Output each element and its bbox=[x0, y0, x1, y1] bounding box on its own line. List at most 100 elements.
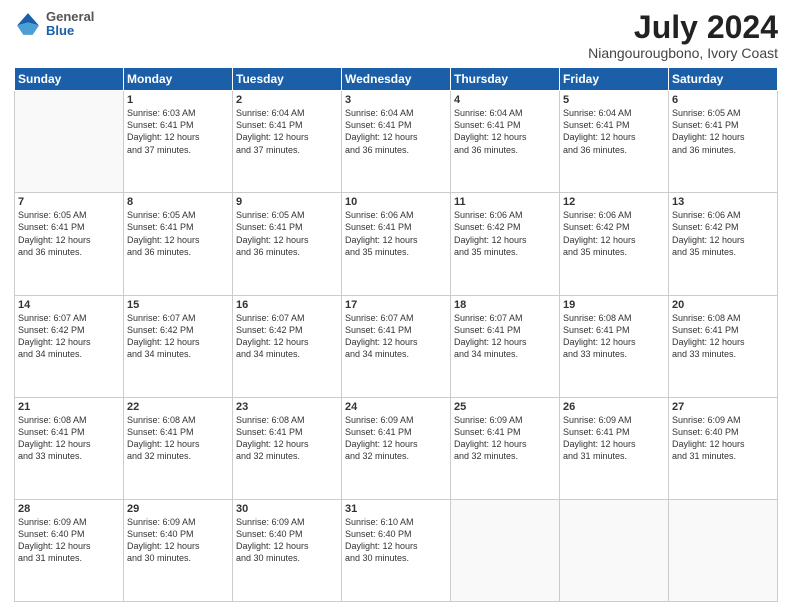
cell-info: Sunrise: 6:09 AM Sunset: 6:41 PM Dayligh… bbox=[454, 414, 556, 463]
day-number: 15 bbox=[127, 299, 229, 311]
cell-info: Sunrise: 6:09 AM Sunset: 6:41 PM Dayligh… bbox=[563, 414, 665, 463]
day-number: 21 bbox=[18, 401, 120, 413]
calendar-cell: 14Sunrise: 6:07 AM Sunset: 6:42 PM Dayli… bbox=[15, 295, 124, 397]
calendar-cell: 7Sunrise: 6:05 AM Sunset: 6:41 PM Daylig… bbox=[15, 193, 124, 295]
cell-info: Sunrise: 6:07 AM Sunset: 6:42 PM Dayligh… bbox=[127, 312, 229, 361]
calendar-cell: 8Sunrise: 6:05 AM Sunset: 6:41 PM Daylig… bbox=[124, 193, 233, 295]
calendar-cell: 25Sunrise: 6:09 AM Sunset: 6:41 PM Dayli… bbox=[451, 397, 560, 499]
cell-info: Sunrise: 6:08 AM Sunset: 6:41 PM Dayligh… bbox=[236, 414, 338, 463]
calendar-week-4: 28 Sunrise: 6:09 AM Sunset: 6:40 PM Dayli… bbox=[15, 499, 778, 601]
cell-info: Sunrise: 6:09 AM Sunset: 6:41 PM Dayligh… bbox=[345, 414, 447, 463]
calendar-cell: 11Sunrise: 6:06 AM Sunset: 6:42 PM Dayli… bbox=[451, 193, 560, 295]
calendar: SundayMondayTuesdayWednesdayThursdayFrid… bbox=[14, 67, 778, 602]
calendar-cell: 12Sunrise: 6:06 AM Sunset: 6:42 PM Dayli… bbox=[560, 193, 669, 295]
page: General Blue July 2024 Niangourougbono, … bbox=[0, 0, 792, 612]
cell-info: Sunrise: 6:08 AM Sunset: 6:41 PM Dayligh… bbox=[127, 414, 229, 463]
title-block: July 2024 Niangourougbono, Ivory Coast bbox=[588, 10, 778, 61]
day-number: 14 bbox=[18, 299, 120, 311]
calendar-week-1: 7Sunrise: 6:05 AM Sunset: 6:41 PM Daylig… bbox=[15, 193, 778, 295]
subtitle: Niangourougbono, Ivory Coast bbox=[588, 45, 778, 61]
day-number: 17 bbox=[345, 299, 447, 311]
cell-info: Sunrise: 6:09 AM Sunset: 6:40 PM Dayligh… bbox=[672, 414, 774, 463]
calendar-week-2: 14 Sunrise: 6:07 AM Sunset: 6:42 PM Dayli… bbox=[15, 295, 778, 397]
cell-info: Sunrise: 6:08 AM Sunset: 6:41 PM Dayligh… bbox=[563, 312, 665, 361]
day-number: 18 bbox=[454, 299, 556, 311]
main-title: July 2024 bbox=[588, 10, 778, 45]
cell-info: Sunrise: 6:09 AM Sunset: 6:40 PM Dayligh… bbox=[236, 516, 338, 565]
weekday-row: SundayMondayTuesdayWednesdayThursdayFrid… bbox=[15, 68, 778, 91]
cell-info: Sunrise: 6:05 AM Sunset: 6:41 PM Dayligh… bbox=[672, 107, 774, 156]
calendar-cell: 10Sunrise: 6:06 AM Sunset: 6:41 PM Dayli… bbox=[342, 193, 451, 295]
logo-blue: Blue bbox=[46, 24, 94, 38]
calendar-cell: 24Sunrise: 6:09 AM Sunset: 6:41 PM Dayli… bbox=[342, 397, 451, 499]
cell-info: Sunrise: 6:06 AM Sunset: 6:42 PM Dayligh… bbox=[563, 209, 665, 258]
day-number: 8 bbox=[127, 196, 229, 208]
calendar-cell: 2Sunrise: 6:04 AM Sunset: 6:41 PM Daylig… bbox=[233, 91, 342, 193]
logo: General Blue bbox=[14, 10, 94, 39]
day-number: 6 bbox=[672, 94, 774, 106]
day-number: 23 bbox=[236, 401, 338, 413]
day-number: 12 bbox=[563, 196, 665, 208]
calendar-cell: 19Sunrise: 6:08 AM Sunset: 6:41 PM Dayli… bbox=[560, 295, 669, 397]
cell-info: Sunrise: 6:08 AM Sunset: 6:41 PM Dayligh… bbox=[672, 312, 774, 361]
calendar-cell: 26Sunrise: 6:09 AM Sunset: 6:41 PM Dayli… bbox=[560, 397, 669, 499]
day-number: 25 bbox=[454, 401, 556, 413]
weekday-thursday: Thursday bbox=[451, 68, 560, 91]
calendar-cell: 5Sunrise: 6:04 AM Sunset: 6:41 PM Daylig… bbox=[560, 91, 669, 193]
calendar-cell: 30Sunrise: 6:09 AM Sunset: 6:40 PM Dayli… bbox=[233, 499, 342, 601]
day-number: 19 bbox=[563, 299, 665, 311]
day-number: 29 bbox=[127, 503, 229, 515]
day-number: 16 bbox=[236, 299, 338, 311]
cell-info: Sunrise: 6:06 AM Sunset: 6:42 PM Dayligh… bbox=[454, 209, 556, 258]
weekday-friday: Friday bbox=[560, 68, 669, 91]
day-number: 22 bbox=[127, 401, 229, 413]
day-number: 30 bbox=[236, 503, 338, 515]
weekday-monday: Monday bbox=[124, 68, 233, 91]
calendar-cell: 6Sunrise: 6:05 AM Sunset: 6:41 PM Daylig… bbox=[669, 91, 778, 193]
cell-info: Sunrise: 6:06 AM Sunset: 6:41 PM Dayligh… bbox=[345, 209, 447, 258]
calendar-cell bbox=[560, 499, 669, 601]
calendar-cell: 1Sunrise: 6:03 AM Sunset: 6:41 PM Daylig… bbox=[124, 91, 233, 193]
cell-info: Sunrise: 6:04 AM Sunset: 6:41 PM Dayligh… bbox=[563, 107, 665, 156]
calendar-week-3: 21Sunrise: 6:08 AM Sunset: 6:41 PM Dayli… bbox=[15, 397, 778, 499]
cell-info: Sunrise: 6:05 AM Sunset: 6:41 PM Dayligh… bbox=[127, 209, 229, 258]
calendar-body: 1Sunrise: 6:03 AM Sunset: 6:41 PM Daylig… bbox=[15, 91, 778, 602]
day-number: 24 bbox=[345, 401, 447, 413]
header: General Blue July 2024 Niangourougbono, … bbox=[14, 10, 778, 61]
day-number: 9 bbox=[236, 196, 338, 208]
calendar-cell: 9Sunrise: 6:05 AM Sunset: 6:41 PM Daylig… bbox=[233, 193, 342, 295]
weekday-sunday: Sunday bbox=[15, 68, 124, 91]
calendar-cell: 16Sunrise: 6:07 AM Sunset: 6:42 PM Dayli… bbox=[233, 295, 342, 397]
cell-info: Sunrise: 6:07 AM Sunset: 6:42 PM Dayligh… bbox=[236, 312, 338, 361]
calendar-cell: 4Sunrise: 6:04 AM Sunset: 6:41 PM Daylig… bbox=[451, 91, 560, 193]
day-number: 31 bbox=[345, 503, 447, 515]
calendar-cell: 15Sunrise: 6:07 AM Sunset: 6:42 PM Dayli… bbox=[124, 295, 233, 397]
cell-info: Sunrise: 6:07 AM Sunset: 6:41 PM Dayligh… bbox=[454, 312, 556, 361]
logo-general: General bbox=[46, 10, 94, 24]
calendar-cell: 22Sunrise: 6:08 AM Sunset: 6:41 PM Dayli… bbox=[124, 397, 233, 499]
day-number: 27 bbox=[672, 401, 774, 413]
calendar-cell bbox=[669, 499, 778, 601]
calendar-cell: 23Sunrise: 6:08 AM Sunset: 6:41 PM Dayli… bbox=[233, 397, 342, 499]
logo-icon bbox=[14, 10, 42, 38]
calendar-cell: 18Sunrise: 6:07 AM Sunset: 6:41 PM Dayli… bbox=[451, 295, 560, 397]
day-number: 4 bbox=[454, 94, 556, 106]
day-number: 26 bbox=[563, 401, 665, 413]
cell-info: Sunrise: 6:05 AM Sunset: 6:41 PM Dayligh… bbox=[18, 209, 120, 258]
cell-info: Sunrise: 6:04 AM Sunset: 6:41 PM Dayligh… bbox=[345, 107, 447, 156]
cell-info: Sunrise: 6:04 AM Sunset: 6:41 PM Dayligh… bbox=[454, 107, 556, 156]
calendar-cell bbox=[451, 499, 560, 601]
calendar-cell: 27Sunrise: 6:09 AM Sunset: 6:40 PM Dayli… bbox=[669, 397, 778, 499]
weekday-tuesday: Tuesday bbox=[233, 68, 342, 91]
cell-info: Sunrise: 6:03 AM Sunset: 6:41 PM Dayligh… bbox=[127, 107, 229, 156]
cell-info: Sunrise: 6:10 AM Sunset: 6:40 PM Dayligh… bbox=[345, 516, 447, 565]
day-number: 11 bbox=[454, 196, 556, 208]
day-number: 5 bbox=[563, 94, 665, 106]
calendar-cell: 3Sunrise: 6:04 AM Sunset: 6:41 PM Daylig… bbox=[342, 91, 451, 193]
day-number: 28 bbox=[18, 503, 120, 515]
day-number: 10 bbox=[345, 196, 447, 208]
day-number: 7 bbox=[18, 196, 120, 208]
day-number: 2 bbox=[236, 94, 338, 106]
calendar-week-0: 1Sunrise: 6:03 AM Sunset: 6:41 PM Daylig… bbox=[15, 91, 778, 193]
cell-info: Sunrise: 6:08 AM Sunset: 6:41 PM Dayligh… bbox=[18, 414, 120, 463]
